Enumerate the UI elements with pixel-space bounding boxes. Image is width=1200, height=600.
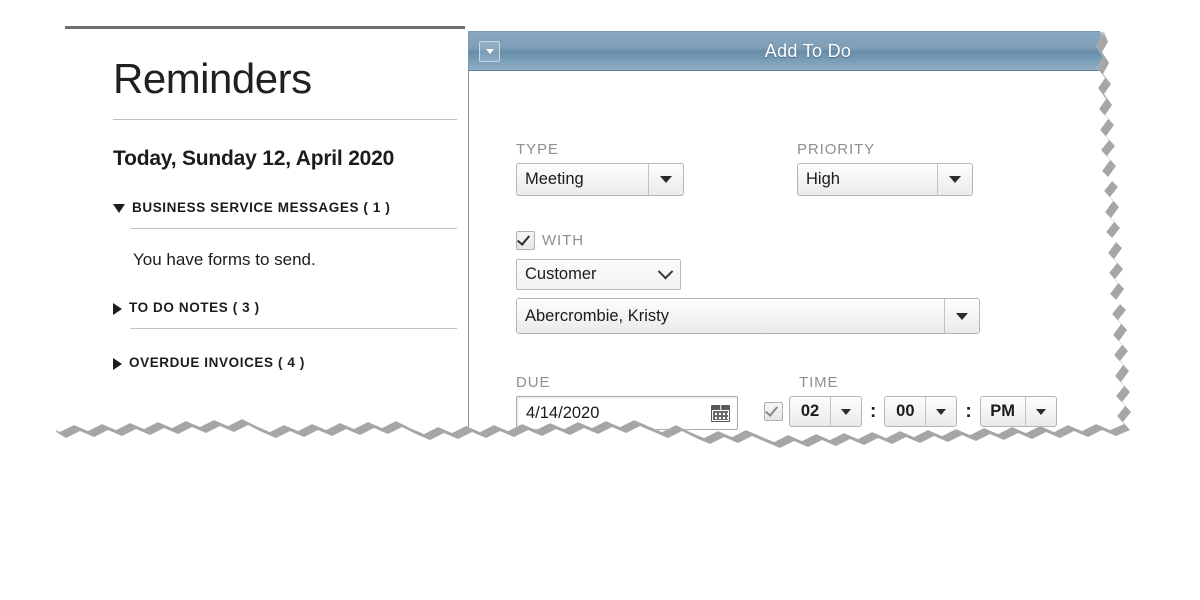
- due-label: DUE: [516, 374, 551, 391]
- type-dropdown-button[interactable]: [648, 164, 683, 195]
- sidebar-item-to-do-notes[interactable]: TO DO NOTES ( 3 ): [113, 300, 457, 315]
- section-divider-2: [130, 328, 457, 329]
- calendar-icon[interactable]: [711, 405, 730, 422]
- today-heading: Today, Sunday 12, April 2020: [113, 147, 395, 170]
- section-label-overdue-invoices: OVERDUE INVOICES ( 4 ): [129, 355, 305, 371]
- triangle-down-icon: [113, 204, 125, 213]
- with-label: WITH: [542, 232, 584, 249]
- triangle-right-icon: [113, 358, 122, 370]
- chevron-down-icon: [1036, 409, 1046, 415]
- type-dropdown[interactable]: Meeting: [516, 163, 684, 196]
- dialog-title: Add To Do: [764, 40, 852, 61]
- sidebar-item-overdue-invoices[interactable]: OVERDUE INVOICES ( 4 ): [113, 355, 457, 370]
- with-checkbox[interactable]: [516, 231, 535, 250]
- chevron-down-icon: [949, 176, 961, 183]
- priority-label: PRIORITY: [797, 141, 876, 158]
- dialog-titlebar[interactable]: Add To Do: [469, 32, 1147, 71]
- with-kind-dropdown[interactable]: Customer: [516, 259, 681, 290]
- section-divider-1: [130, 228, 457, 229]
- time-controls-row: 02 : 00: PM: [764, 396, 1057, 427]
- chevron-down-icon: [660, 176, 672, 183]
- type-label: TYPE: [516, 141, 559, 158]
- time-field-group: TIME 02 : 00: PM: [764, 374, 1057, 427]
- time-meridiem-dropdown-button[interactable]: [1025, 397, 1056, 426]
- time-meridiem-dropdown[interactable]: PM: [980, 396, 1057, 427]
- chevron-down-icon: [956, 313, 968, 320]
- time-label: TIME: [799, 374, 839, 391]
- priority-value: High: [806, 170, 840, 188]
- time-checkbox[interactable]: [764, 402, 783, 421]
- section-label-to-do-notes: TO DO NOTES ( 3 ): [129, 300, 260, 316]
- triangle-right-icon: [113, 303, 122, 315]
- time-separator-1: :: [870, 400, 877, 422]
- reminders-panel: Reminders Today, Sunday 12, April 2020 B…: [65, 26, 465, 456]
- priority-dropdown-button[interactable]: [937, 164, 972, 195]
- torn-paper-sheet: Reminders Today, Sunday 12, April 2020 B…: [50, 26, 1160, 456]
- type-value: Meeting: [525, 170, 584, 188]
- page-title: Reminders: [113, 55, 312, 102]
- time-hour-dropdown[interactable]: 02: [789, 396, 862, 427]
- with-name-value: Abercrombie, Kristy: [525, 306, 669, 325]
- time-minute-value: 00: [896, 402, 915, 420]
- business-service-message-text: You have forms to send.: [133, 250, 316, 270]
- with-kind-field-group: Customer: [516, 259, 681, 290]
- title-divider: [113, 119, 457, 120]
- chevron-down-icon: [936, 409, 946, 415]
- time-hour-dropdown-button[interactable]: [830, 397, 861, 426]
- chevron-down-icon: [841, 409, 851, 415]
- due-field-group: DUE 4/14/2020: [516, 374, 738, 430]
- add-to-do-dialog: Add To Do TYPE Meeting PRIORITY High WIT…: [468, 31, 1148, 456]
- time-hour-value: 02: [800, 402, 820, 420]
- dialog-body: TYPE Meeting PRIORITY High WITH Customer…: [469, 71, 1147, 456]
- time-minute-dropdown-button[interactable]: [925, 397, 956, 426]
- time-minute-dropdown[interactable]: 00: [884, 396, 957, 427]
- window-menu-icon[interactable]: [479, 41, 500, 62]
- priority-dropdown[interactable]: High: [797, 163, 973, 196]
- chevron-down-icon: [658, 264, 674, 280]
- with-checkbox-row[interactable]: WITH: [516, 231, 584, 250]
- section-label-business-service-messages: BUSINESS SERVICE MESSAGES ( 1 ): [132, 200, 391, 216]
- priority-field-group: PRIORITY High: [797, 141, 973, 196]
- with-name-dropdown[interactable]: Abercrombie, Kristy: [516, 298, 980, 334]
- torn-sheet-content: Reminders Today, Sunday 12, April 2020 B…: [50, 26, 1160, 456]
- chevron-down-icon: [486, 49, 494, 54]
- with-kind-value: Customer: [525, 265, 597, 283]
- time-separator-2: :: [965, 400, 972, 422]
- with-name-dropdown-button[interactable]: [944, 299, 979, 333]
- type-field-group: TYPE Meeting: [516, 141, 684, 196]
- time-meridiem-value: PM: [990, 402, 1016, 420]
- with-name-field-group: Abercrombie, Kristy: [516, 298, 980, 334]
- due-date-value: 4/14/2020: [526, 403, 600, 422]
- screenshot-canvas: Reminders Today, Sunday 12, April 2020 B…: [0, 0, 1200, 600]
- sidebar-item-business-service-messages[interactable]: BUSINESS SERVICE MESSAGES ( 1 ): [113, 200, 457, 215]
